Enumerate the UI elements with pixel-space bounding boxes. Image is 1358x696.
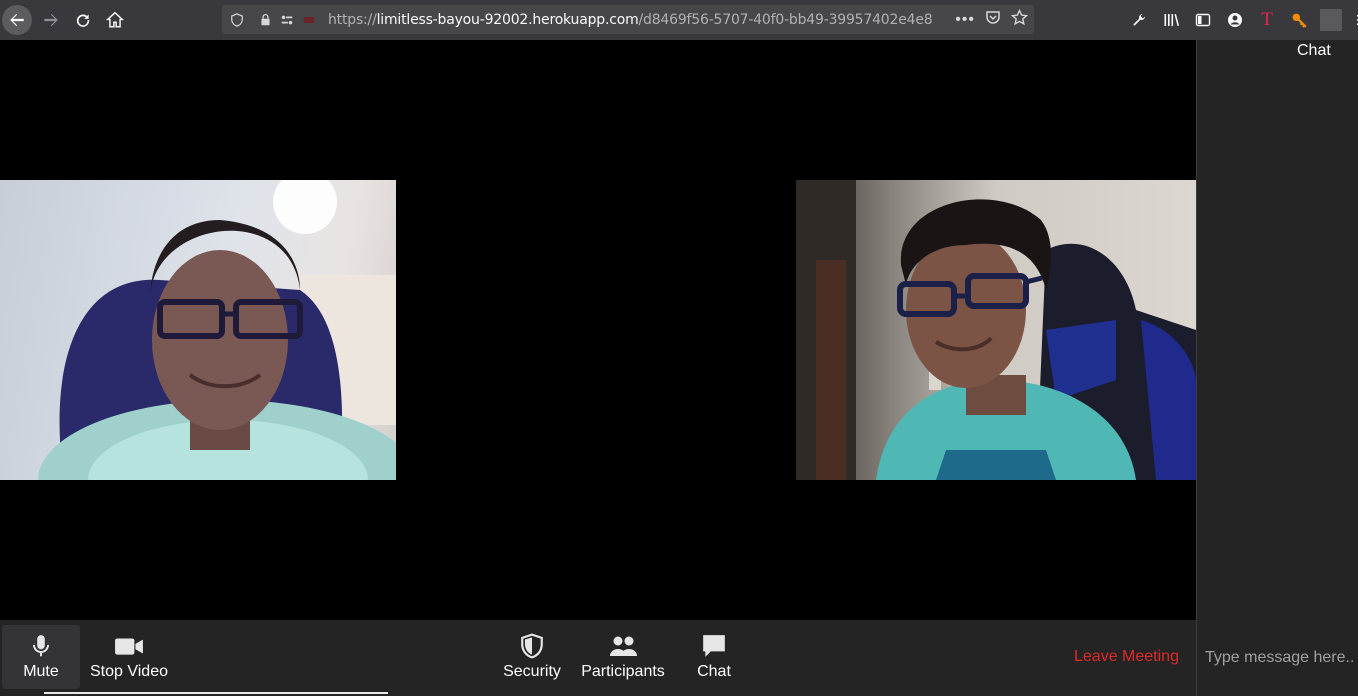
browser-tools: T — [1128, 5, 1358, 35]
permissions-icon[interactable] — [276, 13, 298, 27]
hamburger-menu-icon[interactable] — [1352, 9, 1358, 31]
toolbar-separator — [1320, 9, 1342, 31]
reload-button[interactable] — [68, 5, 98, 35]
reload-icon — [76, 14, 90, 27]
page-actions-icon[interactable]: ••• — [955, 11, 975, 29]
arrow-right-icon — [44, 13, 58, 27]
participant-video-1 — [0, 180, 396, 480]
chat-bubble-icon — [703, 635, 725, 657]
pocket-icon[interactable] — [985, 9, 1001, 30]
home-icon — [106, 11, 124, 28]
meeting-toolbar: Mute Stop Video Security Participants Ch… — [0, 620, 1196, 696]
mute-button[interactable]: Mute — [2, 625, 80, 689]
chat-label: Chat — [697, 663, 731, 680]
url-host: limitless-bayou-92002.herokuapp.com — [376, 11, 639, 28]
participant-1-image — [38, 180, 396, 480]
bottom-scroll-indicator — [44, 692, 388, 694]
arrow-left-icon — [10, 13, 24, 27]
chat-button[interactable]: Chat — [684, 625, 744, 689]
chat-panel: Chat — [1196, 40, 1358, 696]
security-label: Security — [503, 663, 561, 680]
chat-message-input[interactable] — [1205, 640, 1355, 676]
lock-icon[interactable] — [254, 13, 276, 26]
chat-panel-title: Chat — [1297, 42, 1331, 59]
participants-icon — [610, 636, 637, 656]
shield-icon[interactable] — [226, 12, 248, 27]
url-prefix: https:// — [328, 11, 377, 28]
url-text[interactable]: https://limitless-bayou-92002.herokuapp.… — [328, 11, 933, 28]
wrench-icon[interactable] — [1128, 9, 1150, 31]
bookmark-star-icon[interactable] — [1010, 8, 1029, 31]
video-camera-icon — [115, 638, 143, 655]
video-stage — [0, 40, 1196, 620]
participants-button[interactable]: Participants — [578, 625, 668, 689]
library-icon[interactable] — [1160, 9, 1182, 31]
extension-key-icon[interactable] — [1288, 9, 1310, 31]
camera-sharing-icon[interactable] — [298, 14, 320, 26]
back-button[interactable] — [2, 5, 32, 35]
address-bar[interactable]: https://limitless-bayou-92002.herokuapp.… — [222, 5, 1034, 34]
home-button[interactable] — [100, 5, 130, 35]
participants-label: Participants — [581, 663, 665, 680]
security-button[interactable]: Security — [500, 625, 564, 689]
leave-meeting-button[interactable]: Leave Meeting — [1074, 648, 1179, 666]
mute-label: Mute — [23, 663, 59, 680]
stop-video-button[interactable]: Stop Video — [86, 625, 172, 689]
participant-2-image — [796, 180, 1196, 480]
stop-video-label: Stop Video — [90, 663, 168, 680]
participant-video-2 — [796, 180, 1196, 480]
extension-t-icon[interactable]: T — [1256, 9, 1278, 31]
browser-toolbar: https://limitless-bayou-92002.herokuapp.… — [0, 0, 1358, 40]
microphone-icon — [32, 635, 50, 657]
sidebar-icon[interactable] — [1192, 9, 1214, 31]
url-path: /d8469f56-5707-40f0-bb49-39957402e4e8 — [638, 11, 933, 28]
shield-icon — [521, 633, 543, 659]
forward-button[interactable] — [36, 5, 66, 35]
account-icon[interactable] — [1224, 9, 1246, 31]
